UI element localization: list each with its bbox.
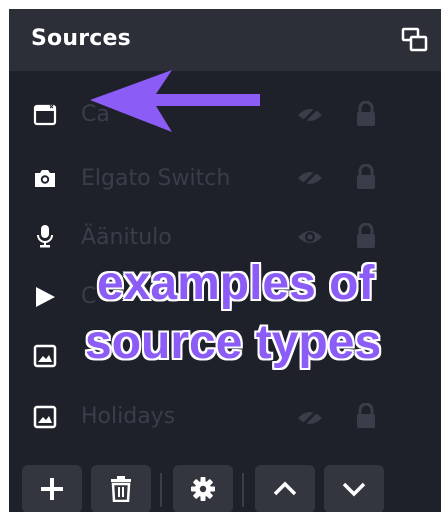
source-toolbar <box>9 457 441 512</box>
toolbar-divider <box>242 473 244 507</box>
dock-title: Sources <box>31 26 131 51</box>
camera-icon <box>35 170 55 187</box>
undock-icon[interactable] <box>401 27 429 53</box>
annotation-arrow-icon <box>90 70 260 132</box>
move-up-button[interactable] <box>255 465 315 512</box>
chevron-up-icon <box>273 481 297 496</box>
lock-icon[interactable] <box>355 403 377 429</box>
list-item[interactable]: Elgato Switch <box>9 148 441 206</box>
gear-icon <box>191 477 215 501</box>
dock-header: Sources <box>9 9 441 71</box>
remove-source-button[interactable] <box>91 465 151 512</box>
move-down-button[interactable] <box>324 465 384 512</box>
lock-icon[interactable] <box>355 101 377 127</box>
list-item[interactable]: Holidays <box>9 389 441 447</box>
image-icon <box>33 405 57 429</box>
toolbar-divider <box>160 473 162 507</box>
source-name: Holidays <box>81 404 176 429</box>
eye-off-icon[interactable] <box>295 166 325 190</box>
microphone-icon <box>37 225 53 248</box>
eye-off-icon[interactable] <box>295 406 325 430</box>
add-source-button[interactable] <box>22 465 82 512</box>
source-properties-button[interactable] <box>173 465 233 512</box>
eye-icon[interactable] <box>295 225 325 249</box>
media-play-icon <box>36 287 55 307</box>
source-name: Elgato Switch <box>81 166 231 191</box>
image-icon <box>33 344 57 368</box>
eye-off-icon[interactable] <box>295 103 325 127</box>
source-name: Äänitulo <box>81 225 172 250</box>
lock-icon[interactable] <box>355 164 377 190</box>
annotation-line-1: examples of <box>97 257 375 310</box>
lock-icon[interactable] <box>355 223 377 249</box>
window-capture-icon <box>33 104 57 126</box>
trash-icon <box>111 476 131 502</box>
chevron-down-icon <box>342 482 366 497</box>
annotation-line-2: source types <box>85 316 382 369</box>
add-icon <box>41 478 63 500</box>
source-name: C <box>81 284 97 309</box>
